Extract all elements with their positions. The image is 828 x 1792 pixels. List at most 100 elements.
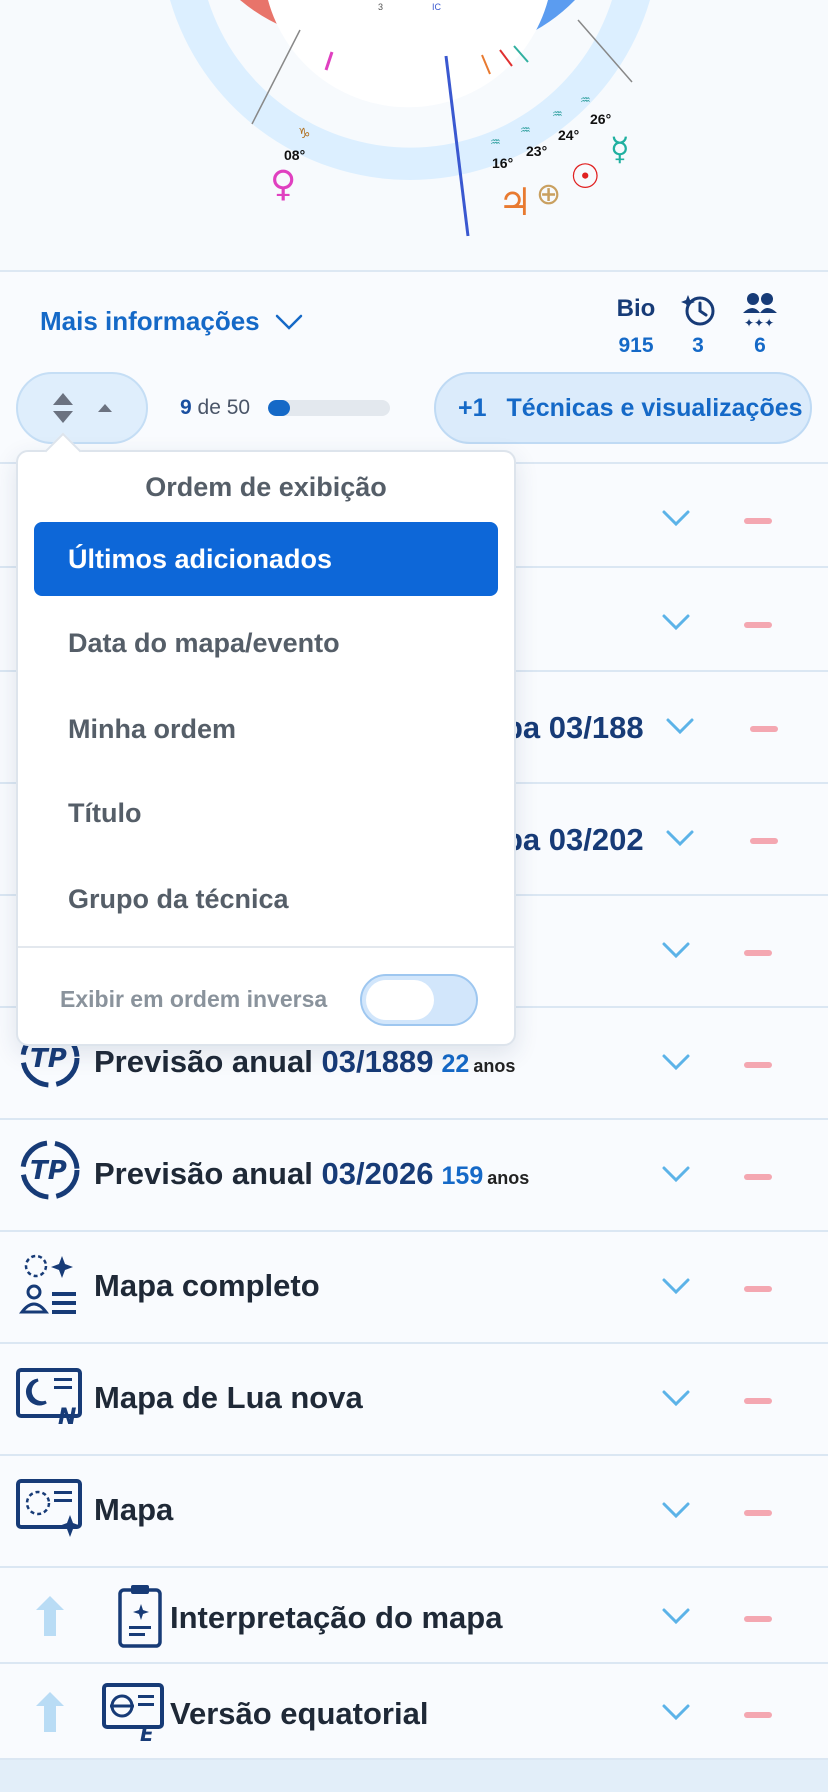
list-progress: 9 de 50	[180, 396, 391, 420]
remove-button[interactable]	[750, 726, 778, 732]
svg-text:♃: ♃	[498, 180, 532, 224]
stat-history-value: 3	[692, 334, 704, 357]
list-item-annual-forecast-2026[interactable]: TP Previsão anual 03/2026 159 anos	[0, 1118, 828, 1230]
chart-icon	[16, 1474, 84, 1542]
bio-icon: Bio	[616, 295, 656, 322]
sort-option-my-order[interactable]: Minha ordem	[34, 692, 498, 766]
progress-current: 9	[180, 396, 192, 419]
techniques-label: Técnicas e visualizações	[506, 393, 803, 422]
more-info-toggle[interactable]: Mais informações	[40, 306, 304, 337]
chevron-down-icon[interactable]	[656, 1042, 696, 1082]
sort-button[interactable]	[16, 372, 148, 444]
svg-text:♑: ♑	[298, 126, 311, 142]
sort-option-title[interactable]: Título	[34, 776, 498, 850]
sort-option-last-added[interactable]: Últimos adicionados	[34, 522, 498, 596]
remove-button[interactable]	[744, 1510, 772, 1516]
chevron-down-icon	[275, 314, 302, 330]
stat-bio[interactable]: Bio 915	[606, 286, 666, 358]
svg-text:⊕: ⊕	[536, 177, 561, 212]
chevron-down-icon[interactable]	[656, 1154, 696, 1194]
list-item-title: Previsão anual 03/2026 159 anos	[94, 1156, 530, 1191]
remove-button[interactable]	[744, 1286, 772, 1292]
techniques-button[interactable]: +1 Técnicas e visualizações	[434, 372, 812, 444]
progress-total: 50	[226, 396, 251, 419]
svg-text:16°: 16°	[492, 155, 513, 171]
stat-people-value: 6	[754, 334, 766, 357]
svg-text:♀: ♀	[270, 164, 296, 205]
list-item-chart[interactable]: Mapa	[0, 1454, 828, 1566]
remove-button[interactable]	[744, 950, 772, 956]
astro-chart[interactable]: ♉ ♒ 3 IC ♑ 08° ♀ ♒ 16° ♃ ♒ 23° ⊕ ♒ 24° ☉…	[0, 0, 828, 270]
list-item-full-chart[interactable]: Mapa completo	[0, 1230, 828, 1342]
remove-button[interactable]	[750, 838, 778, 844]
clipboard-icon	[106, 1582, 174, 1650]
svg-text:♒: ♒	[490, 135, 501, 149]
chevron-down-icon[interactable]	[656, 1692, 696, 1732]
list-item-title: Mapa	[94, 1492, 174, 1527]
remove-button[interactable]	[744, 1398, 772, 1404]
stat-people[interactable]: ✦✦✦ 6	[730, 286, 790, 358]
reverse-order-label: Exibir em ordem inversa	[60, 986, 328, 1012]
sort-option-chart-date[interactable]: Data do mapa/evento	[34, 606, 498, 680]
list-item-title: Mapa de Lua nova	[94, 1380, 363, 1415]
svg-text:TP: TP	[30, 1156, 67, 1186]
sort-menu-title: Ordem de exibição	[145, 472, 387, 502]
sort-option-technique-group[interactable]: Grupo da técnica	[34, 862, 498, 936]
child-arrow-icon	[36, 1596, 64, 1636]
techniques-count: +1	[458, 393, 487, 422]
sort-order-menu: Ordem de exibição Últimos adicionados Da…	[16, 432, 516, 1046]
remove-button[interactable]	[744, 1174, 772, 1180]
svg-text:♉: ♉	[366, 23, 393, 58]
svg-text:♒: ♒	[580, 93, 591, 107]
history-icon	[668, 286, 728, 332]
stat-history[interactable]: 3	[668, 286, 728, 358]
svg-text:E: E	[140, 1722, 154, 1743]
chevron-down-icon[interactable]	[656, 930, 696, 970]
people-icon: ✦✦✦	[730, 286, 790, 332]
remove-button[interactable]	[744, 1062, 772, 1068]
remove-button[interactable]	[744, 1616, 772, 1622]
child-arrow-icon	[36, 1692, 64, 1732]
svg-text:N: N	[58, 1405, 76, 1426]
more-info-label: Mais informações	[40, 306, 260, 336]
chevron-down-icon[interactable]	[660, 706, 700, 746]
list-item-chart-interpretation[interactable]: Interpretação do mapa	[0, 1566, 828, 1662]
list-item-title: Mapa completo	[94, 1268, 320, 1303]
svg-text:08°: 08°	[284, 147, 305, 163]
svg-text:✦✦✦: ✦✦✦	[744, 316, 774, 329]
remove-button[interactable]	[744, 622, 772, 628]
remove-button[interactable]	[744, 1712, 772, 1718]
list-item-equatorial-version[interactable]: E Versão equatorial	[0, 1662, 828, 1758]
svg-text:24°: 24°	[558, 127, 579, 143]
svg-text:☿: ☿	[610, 130, 630, 168]
svg-text:3: 3	[378, 2, 383, 12]
svg-text:TP: TP	[30, 1044, 67, 1074]
stat-bio-value: 915	[618, 334, 654, 357]
chevron-down-icon[interactable]	[656, 498, 696, 538]
caret-up-icon	[98, 404, 112, 412]
chevron-down-icon[interactable]	[656, 1378, 696, 1418]
svg-text:26°: 26°	[590, 111, 611, 127]
full-chart-icon	[16, 1250, 84, 1318]
svg-text:♒: ♒	[455, 19, 482, 54]
svg-text:IC: IC	[432, 2, 442, 12]
chevron-down-icon[interactable]	[656, 602, 696, 642]
svg-text:☉: ☉	[570, 157, 600, 197]
progress-bar	[268, 400, 391, 416]
chevron-down-icon[interactable]	[656, 1490, 696, 1530]
chevron-down-icon[interactable]	[656, 1266, 696, 1306]
list-footer	[0, 1758, 828, 1792]
progress-fill	[268, 400, 291, 416]
sort-icon	[53, 393, 73, 423]
svg-text:♒: ♒	[520, 123, 531, 137]
list-item-title: Previsão anual 03/1889 22 anos	[94, 1044, 516, 1079]
reverse-order-toggle[interactable]	[360, 974, 478, 1026]
list-item-title: Interpretação do mapa	[170, 1600, 503, 1635]
chevron-down-icon[interactable]	[660, 818, 700, 858]
list-item-new-moon-chart[interactable]: N Mapa de Lua nova	[0, 1342, 828, 1454]
chevron-down-icon[interactable]	[656, 1596, 696, 1636]
svg-text:23°: 23°	[526, 143, 547, 159]
new-moon-chart-icon: N	[16, 1362, 84, 1430]
list-item-title: pa 03/188	[504, 710, 644, 745]
remove-button[interactable]	[744, 518, 772, 524]
